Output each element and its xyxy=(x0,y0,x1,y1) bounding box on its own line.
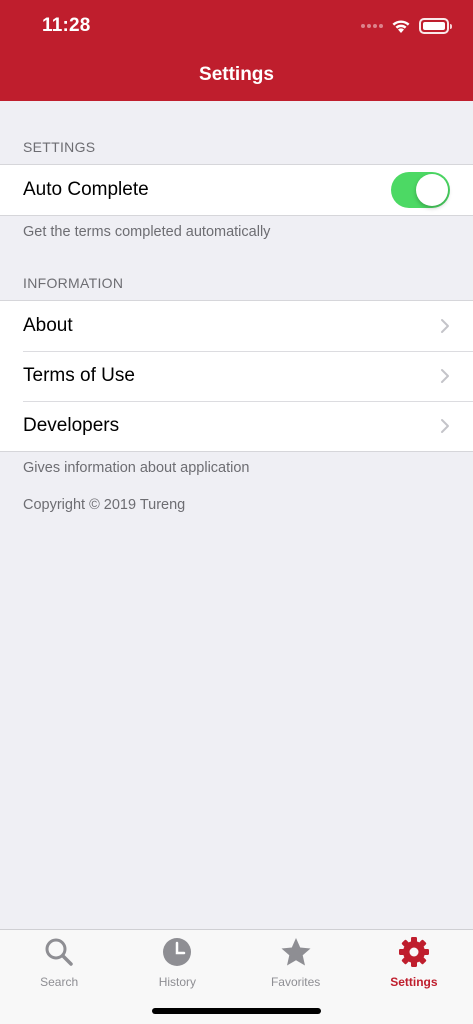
tab-favorites-label: Favorites xyxy=(270,975,321,989)
gear-icon xyxy=(398,937,429,967)
star-icon xyxy=(281,938,311,966)
nav-bar: 11:28 Settings xyxy=(0,0,473,101)
chevron-right-icon xyxy=(441,319,449,333)
status-icons xyxy=(361,15,452,37)
developers-row[interactable]: Developers xyxy=(0,401,473,451)
about-row[interactable]: About xyxy=(0,301,473,351)
tab-settings[interactable]: Settings xyxy=(355,930,473,992)
tab-favorites[interactable]: Favorites xyxy=(237,930,355,992)
battery-icon xyxy=(419,18,452,34)
copyright-text: Copyright © 2019 Tureng xyxy=(23,497,186,513)
settings-group: Auto Complete xyxy=(0,164,473,216)
chevron-right-icon xyxy=(441,419,449,433)
settings-section-footer: Get the terms completed automatically xyxy=(23,224,271,240)
wifi-icon xyxy=(392,20,410,33)
terms-of-use-label: Terms of Use xyxy=(23,365,135,386)
tab-settings-label: Settings xyxy=(390,975,438,989)
home-indicator[interactable] xyxy=(152,1008,321,1014)
tab-search-label: Search xyxy=(40,975,79,989)
search-icon xyxy=(45,938,73,966)
tab-search[interactable]: Search xyxy=(0,930,118,992)
terms-of-use-row[interactable]: Terms of Use xyxy=(0,351,473,401)
auto-complete-toggle[interactable] xyxy=(391,172,450,208)
settings-section-header: SETTINGS xyxy=(23,139,96,155)
tab-history-label: History xyxy=(158,975,197,989)
cellular-signal-icon xyxy=(361,24,383,28)
auto-complete-row: Auto Complete xyxy=(0,165,473,215)
tab-history[interactable]: History xyxy=(118,930,236,992)
chevron-right-icon xyxy=(441,369,449,383)
auto-complete-label: Auto Complete xyxy=(23,179,149,200)
about-label: About xyxy=(23,315,73,336)
status-time: 11:28 xyxy=(42,15,91,36)
developers-label: Developers xyxy=(23,415,120,436)
clock-icon xyxy=(163,938,192,966)
information-section-footer: Gives information about application xyxy=(23,460,250,476)
information-section-header: INFORMATION xyxy=(23,275,124,291)
information-group: About Terms of Use Developers xyxy=(0,300,473,452)
page-title: Settings xyxy=(199,64,274,85)
toggle-knob xyxy=(416,174,448,206)
